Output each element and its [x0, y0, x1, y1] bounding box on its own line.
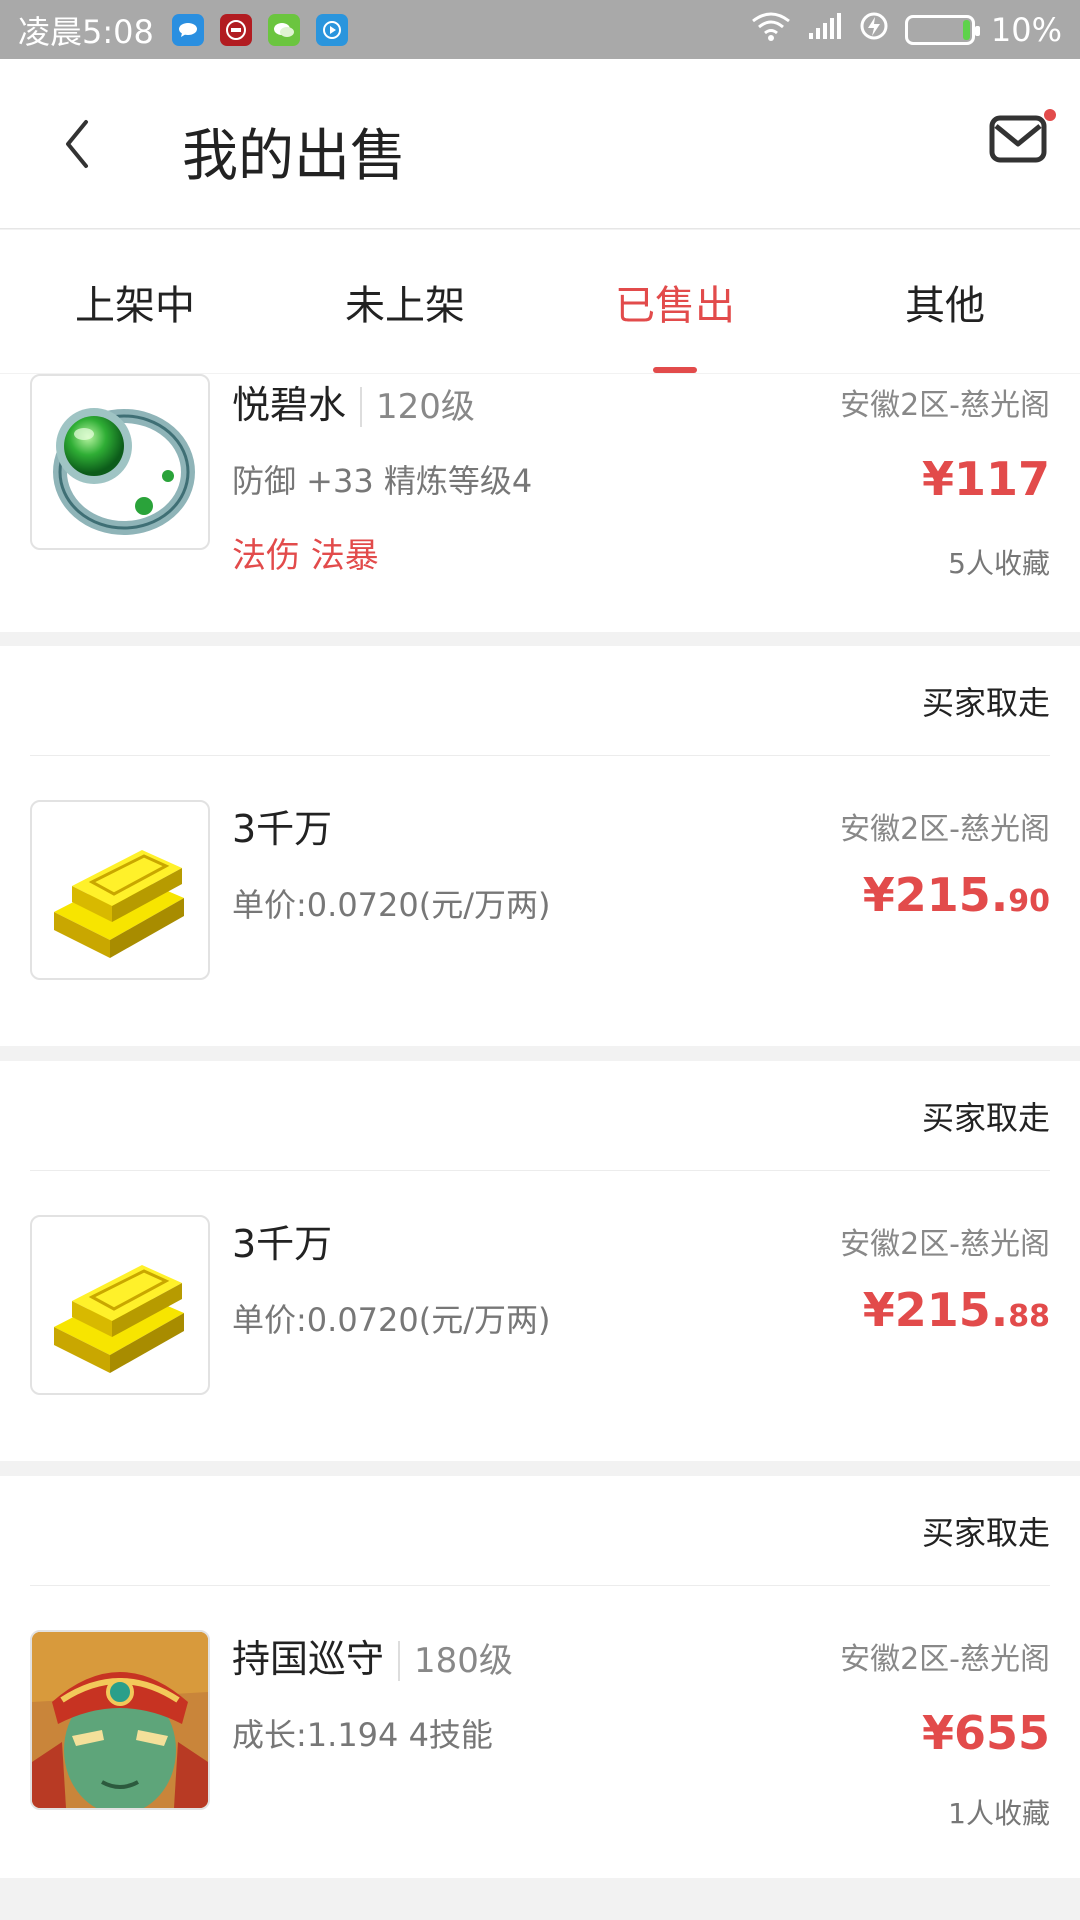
- gold-bars-icon: [30, 800, 210, 980]
- tab-not-listed[interactable]: 未上架: [270, 230, 540, 373]
- item-row: 3千万 单价:0.0720(元/万两) 安徽2区-慈光阁 ¥215.88: [0, 1171, 1080, 1437]
- battery-icon: [904, 14, 980, 45]
- item-price: ¥117: [921, 452, 1050, 506]
- charging-icon: [859, 11, 889, 49]
- message-button[interactable]: [988, 114, 1054, 174]
- price-cents: 90: [1008, 884, 1050, 919]
- chat-bubble-icon: [171, 13, 204, 46]
- item-title: 3千万: [232, 807, 333, 851]
- item-server: 安徽2区-慈光阁: [840, 812, 1050, 847]
- order-status: 买家取走: [30, 1061, 1050, 1171]
- item-row: 3千万 单价:0.0720(元/万两) 安徽2区-慈光阁 ¥215.90: [0, 756, 1080, 1022]
- tab-other[interactable]: 其他: [810, 230, 1080, 373]
- wechat-icon: [267, 13, 300, 46]
- item-level: 120级: [360, 387, 475, 427]
- item-title: 悦碧水: [232, 383, 347, 427]
- item-row: 持国巡守 180级 成长:1.194 4技能 安徽2区-慈光阁 ¥655 1人收藏: [0, 1586, 1080, 1852]
- price-cents: 88: [1008, 1299, 1050, 1334]
- jade-ring-icon: [30, 374, 210, 550]
- status-bar: 凌晨5:08 10%: [0, 0, 1080, 59]
- unread-badge: [1044, 109, 1056, 121]
- item-price: ¥655: [921, 1706, 1050, 1760]
- item-name: 悦碧水 120级: [232, 374, 475, 429]
- item-server: 安徽2区-慈光阁: [840, 388, 1050, 423]
- order-status: 买家取走: [30, 1476, 1050, 1586]
- app-header: 我的出售: [0, 59, 1080, 229]
- item-tags: 法伤 法暴: [232, 536, 379, 576]
- price-main: ¥215.: [862, 1283, 1009, 1337]
- item-price: ¥215.90: [863, 868, 1050, 922]
- unit-price: 单价:0.0720(元/万两): [232, 1301, 551, 1339]
- sold-item-card[interactable]: 买家取走 3千万 单价:0.0720(元/万两) 安徽2区-慈光阁 ¥215.8…: [0, 1061, 1080, 1461]
- item-title: 3千万: [232, 1222, 333, 1266]
- envelope-icon: [989, 115, 1047, 163]
- unit-price: 单价:0.0720(元/万两): [232, 886, 551, 924]
- item-price: ¥215.88: [863, 1283, 1050, 1337]
- item-server: 安徽2区-慈光阁: [840, 1227, 1050, 1262]
- video-play-icon: [315, 13, 348, 46]
- wifi-icon: [751, 11, 791, 49]
- chevron-left-icon: [66, 120, 88, 168]
- page-title: 我的出售: [182, 124, 406, 189]
- sold-item-card[interactable]: 买家取走 持国巡守 180级 成长:1.194 4技能 安徽2区-慈光阁 ¥655…: [0, 1476, 1080, 1878]
- back-button[interactable]: [58, 114, 108, 174]
- item-desc: 成长:1.194 4技能: [232, 1716, 493, 1754]
- signal-icon: [807, 11, 843, 49]
- sold-item-card[interactable]: 悦碧水 120级 防御 +33 精炼等级4 法伤 法暴 安徽2区-慈光阁 ¥117…: [0, 374, 1080, 632]
- sold-item-card[interactable]: 买家取走 3千万 单价:0.0720(元/万两) 安徽2区-慈光阁 ¥215.9…: [0, 646, 1080, 1046]
- status-time: 凌晨5:08: [18, 12, 154, 51]
- bank-icon: [219, 13, 252, 46]
- tab-on-sale[interactable]: 上架中: [0, 230, 270, 373]
- item-name: 持国巡守 180级: [232, 1628, 513, 1683]
- item-title: 持国巡守: [232, 1637, 385, 1681]
- favorite-count: 5人收藏: [948, 547, 1050, 580]
- favorite-count: 1人收藏: [948, 1797, 1050, 1830]
- guardian-avatar-icon: [30, 1630, 210, 1810]
- price-main: ¥215.: [862, 868, 1009, 922]
- tab-bar: 上架中 未上架 已售出 其他: [0, 230, 1080, 373]
- tab-sold[interactable]: 已售出: [540, 230, 810, 373]
- item-server: 安徽2区-慈光阁: [840, 1642, 1050, 1677]
- battery-percent: 10%: [990, 10, 1062, 49]
- item-level: 180级: [398, 1641, 513, 1681]
- item-desc: 防御 +33 精炼等级4: [232, 462, 533, 500]
- order-status: 买家取走: [30, 646, 1050, 756]
- gold-bars-icon: [30, 1215, 210, 1395]
